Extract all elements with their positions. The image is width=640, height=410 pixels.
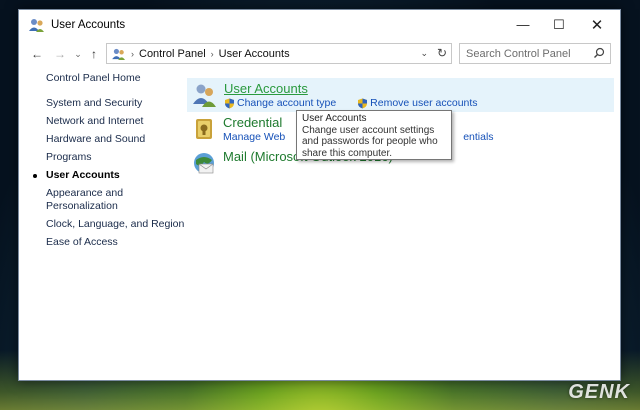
- sidebar-item-control-panel-home[interactable]: Control Panel Home: [46, 72, 186, 85]
- breadcrumb-separator: ›: [131, 48, 134, 59]
- search-icon[interactable]: [593, 47, 605, 62]
- address-dropdown-icon[interactable]: ⌄: [420, 48, 428, 59]
- manage-windows-credentials-link[interactable]: entials: [463, 131, 493, 143]
- mail-icon: [191, 150, 217, 176]
- category-title[interactable]: Credential: [223, 115, 282, 130]
- breadcrumb-user-accounts[interactable]: User Accounts: [219, 48, 290, 60]
- uac-shield-icon: [225, 98, 234, 108]
- address-location-icon: [112, 48, 126, 60]
- credential-manager-icon: [191, 116, 217, 142]
- sidebar-item-label: User Accounts: [46, 169, 120, 181]
- up-arrow-icon[interactable]: ↑: [87, 47, 101, 61]
- title-bar: User Accounts — ☐ ✕: [19, 10, 620, 39]
- sidebar-item-network-and-internet[interactable]: Network and Internet: [46, 115, 186, 128]
- sidebar-item-label: Personalization: [46, 200, 118, 212]
- sidebar-item-ease-of-access[interactable]: Ease of Access: [46, 236, 186, 249]
- sidebar-item-label: Appearance and: [46, 187, 124, 199]
- sidebar-item-hardware-and-sound[interactable]: Hardware and Sound: [46, 133, 186, 146]
- navigation-bar: ← → ⌄ ↑ › Control Panel › User Accounts …: [19, 39, 620, 69]
- forward-arrow-icon[interactable]: →: [53, 47, 67, 61]
- breadcrumb-control-panel[interactable]: Control Panel: [139, 48, 206, 60]
- remove-user-accounts-link[interactable]: Remove user accounts: [357, 97, 478, 109]
- sidebar-item-clock-language-region[interactable]: Clock, Language, and Region: [46, 218, 186, 231]
- maximize-button[interactable]: ☐: [542, 10, 576, 39]
- manage-web-credentials-link[interactable]: Manage Web: [223, 131, 285, 143]
- change-account-type-link[interactable]: Change account type: [224, 97, 336, 109]
- tooltip-body: Change user account settings and passwor…: [302, 124, 438, 159]
- sidebar-item-appearance-and-personalization[interactable]: Appearance and Personalization: [46, 187, 186, 213]
- tooltip: User Accounts Change user account settin…: [296, 110, 452, 160]
- sidebar: Control Panel Home System and Security N…: [33, 72, 186, 249]
- user-accounts-icon: [29, 17, 45, 33]
- sidebar-item-user-accounts[interactable]: User Accounts: [33, 169, 186, 182]
- category-title[interactable]: User Accounts: [224, 81, 308, 96]
- link-label: Remove user accounts: [370, 97, 478, 109]
- refresh-icon[interactable]: ↻: [437, 46, 447, 60]
- uac-shield-icon: [358, 98, 368, 108]
- minimize-button[interactable]: —: [506, 10, 540, 39]
- link-label: Change account type: [237, 97, 337, 109]
- sidebar-item-system-and-security[interactable]: System and Security: [46, 97, 186, 110]
- search-input[interactable]: Search Control Panel: [466, 48, 571, 60]
- recent-locations-icon[interactable]: ⌄: [71, 47, 85, 61]
- sidebar-item-programs[interactable]: Programs: [46, 151, 186, 164]
- window-title: User Accounts: [51, 18, 126, 31]
- current-page-bullet: [33, 174, 37, 178]
- tooltip-title: User Accounts: [302, 113, 367, 124]
- genk-watermark-logo: GENK: [568, 381, 630, 403]
- breadcrumb-separator: ›: [210, 48, 214, 59]
- search-box[interactable]: Search Control Panel: [459, 43, 611, 64]
- close-button[interactable]: ✕: [580, 10, 614, 39]
- address-bar[interactable]: › Control Panel › User Accounts ⌄ ↻: [106, 43, 452, 64]
- control-panel-window: User Accounts — ☐ ✕ ← → ⌄ ↑ › Control Pa…: [18, 9, 621, 381]
- category-user-accounts[interactable]: User Accounts Change account type Remove…: [187, 78, 614, 112]
- user-accounts-category-icon: [192, 82, 218, 108]
- back-arrow-icon[interactable]: ←: [30, 47, 44, 61]
